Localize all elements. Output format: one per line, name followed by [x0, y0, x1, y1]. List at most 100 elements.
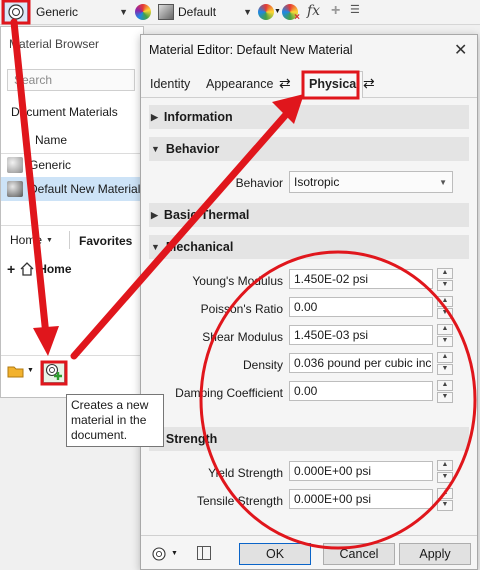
create-material-button[interactable]: [43, 361, 65, 383]
poissons-ratio-stepper[interactable]: ▲ ▼: [437, 296, 453, 319]
stepper-up-icon[interactable]: ▲: [437, 268, 453, 279]
stepper-up-icon[interactable]: ▲: [437, 460, 453, 471]
section-behavior[interactable]: ▼ Behavior: [149, 137, 469, 161]
youngs-modulus-field[interactable]: 1.450E-02 psi: [289, 269, 433, 289]
cancel-button[interactable]: Cancel: [323, 543, 395, 565]
stepper-down-icon[interactable]: ▼: [437, 336, 453, 347]
field-value: 0.036 pound per cubic inch: [294, 356, 433, 370]
tab-favorites[interactable]: Favorites: [79, 234, 132, 248]
shear-modulus-stepper[interactable]: ▲ ▼: [437, 324, 453, 347]
overflow-menu-icon[interactable]: ☰: [350, 3, 360, 16]
swap-icon[interactable]: ⇄: [279, 75, 291, 92]
stepper-down-icon[interactable]: ▼: [437, 472, 453, 483]
list-item[interactable]: Default New Material: [1, 177, 143, 201]
editor-title: Material Editor: Default New Material: [149, 43, 353, 57]
ok-button[interactable]: OK: [239, 543, 311, 565]
section-title: Information: [163, 110, 233, 124]
yield-strength-stepper[interactable]: ▲ ▼: [437, 460, 453, 483]
panel-layout-icon[interactable]: [197, 546, 211, 560]
field-value: 0.000E+00 psi: [294, 464, 372, 478]
section-information[interactable]: ▶ Information: [149, 105, 469, 129]
expand-icon: +: [7, 261, 16, 277]
yield-strength-field[interactable]: 0.000E+00 psi: [289, 461, 433, 481]
material-swatch-icon: [7, 157, 23, 173]
poissons-ratio-field[interactable]: 0.00: [289, 297, 433, 317]
material-swatch-icon: [7, 181, 23, 197]
stepper-up-icon[interactable]: ▲: [437, 296, 453, 307]
tensile-strength-label: Tensile Strength: [196, 494, 283, 508]
field-value: 0.000E+00 psi: [294, 492, 372, 506]
stepper-up-icon[interactable]: ▲: [437, 324, 453, 335]
chevron-down-icon: ▼: [46, 236, 53, 244]
damping-coefficient-stepper[interactable]: ▲ ▼: [437, 380, 453, 403]
chevron-down-icon[interactable]: ▼: [274, 8, 281, 15]
shear-modulus-field[interactable]: 1.450E-03 psi: [289, 325, 433, 345]
tensile-strength-field[interactable]: 0.000E+00 psi: [289, 489, 433, 509]
cancel-label: Cancel: [339, 547, 379, 561]
behavior-select[interactable]: Isotropic ▼: [289, 171, 453, 193]
stepper-up-icon[interactable]: ▲: [437, 352, 453, 363]
open-library-button[interactable]: ▼: [7, 363, 34, 381]
density-stepper[interactable]: ▲ ▼: [437, 352, 453, 375]
tab-home[interactable]: Home ▼: [10, 233, 53, 247]
material-browser-panel: Material Browser Search Document Materia…: [0, 26, 144, 398]
apply-label: Apply: [419, 547, 451, 561]
damping-coefficient-field[interactable]: 0.00: [289, 381, 433, 401]
section-title: Mechanical: [165, 240, 234, 254]
behavior-label: Behavior: [235, 176, 283, 190]
search-input[interactable]: Search: [7, 69, 135, 91]
section-mechanical[interactable]: ▼ Mechanical: [149, 235, 469, 259]
youngs-modulus-stepper[interactable]: ▲ ▼: [437, 268, 453, 291]
triangle-down-icon: ▼: [151, 144, 160, 154]
appearance-select-value: Default: [178, 5, 217, 19]
list-item-label: Generic: [29, 158, 72, 172]
edit-appearance-icon[interactable]: [258, 4, 274, 20]
stepper-up-icon[interactable]: ▲: [437, 380, 453, 391]
apply-button[interactable]: Apply: [399, 543, 471, 565]
tab-appearance[interactable]: Appearance: [206, 77, 273, 91]
field-value: 0.00: [294, 300, 318, 314]
tab-physical-label: Physical: [309, 77, 360, 91]
stepper-down-icon[interactable]: ▼: [437, 280, 453, 291]
document-materials-heading: Document Materials: [11, 105, 118, 119]
material-select[interactable]: Generic ▼: [32, 1, 128, 23]
section-title: Basic Thermal: [163, 208, 250, 222]
material-sphere-icon: [152, 547, 166, 561]
tree-home-label: Home: [38, 262, 72, 276]
stepper-up-icon[interactable]: ▲: [437, 488, 453, 499]
yield-strength-label: Yield Strength: [208, 466, 283, 480]
tab-identity[interactable]: Identity: [150, 77, 190, 91]
tensile-strength-stepper[interactable]: ▲ ▼: [437, 488, 453, 511]
add-icon[interactable]: +: [331, 2, 340, 20]
color-wheel-icon[interactable]: [135, 4, 151, 20]
material-icon-button[interactable]: [4, 1, 28, 23]
function-icon[interactable]: fx: [307, 3, 320, 19]
chevron-down-icon: ▼: [171, 550, 178, 557]
folder-icon: [7, 366, 24, 378]
clear-appearance-icon[interactable]: ×: [282, 4, 300, 23]
material-options-button[interactable]: ▼: [151, 545, 181, 563]
stepper-down-icon[interactable]: ▼: [437, 500, 453, 511]
swap-icon[interactable]: ⇄: [363, 75, 375, 92]
appearance-select[interactable]: Default ▼: [156, 1, 252, 23]
section-basic-thermal[interactable]: ▶ Basic Thermal: [149, 203, 469, 227]
house-icon: [20, 262, 34, 276]
field-value: 0.00: [294, 384, 318, 398]
density-field[interactable]: 0.036 pound per cubic inch: [289, 353, 433, 373]
section-title: Strength: [165, 432, 218, 446]
list-item-label: Default New Material: [29, 182, 141, 196]
stepper-down-icon[interactable]: ▼: [437, 308, 453, 319]
close-icon[interactable]: ✕: [454, 40, 467, 60]
new-material-icon: [45, 363, 62, 380]
section-strength[interactable]: ▼Strength: [149, 427, 469, 451]
divider: [1, 225, 143, 226]
tree-home-item[interactable]: + Home: [7, 261, 72, 277]
shear-modulus-label: Shear Modulus: [202, 330, 283, 344]
material-editor-dialog: Material Editor: Default New Material ✕ …: [140, 34, 478, 570]
list-item[interactable]: Generic: [1, 153, 143, 177]
stepper-down-icon[interactable]: ▼: [437, 392, 453, 403]
behavior-select-value: Isotropic: [294, 175, 340, 189]
editor-tabs: Identity Appearance ⇄ Physical ⇄: [141, 67, 477, 98]
stepper-down-icon[interactable]: ▼: [437, 364, 453, 375]
name-column-header[interactable]: Name: [35, 133, 67, 147]
